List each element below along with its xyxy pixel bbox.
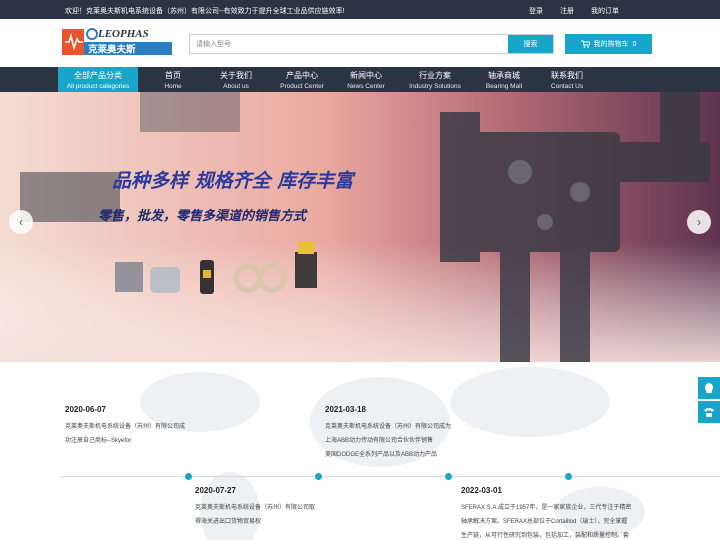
cart-icon <box>580 40 590 48</box>
timeline-entry: 2020-06-07 克莱奥夫斯机电系统设备（苏州）有限公司成 功注册自己商标-… <box>65 405 185 448</box>
my-orders-link[interactable]: 我的订单 <box>591 6 619 16</box>
svg-text:LEOPHAS: LEOPHAS <box>97 28 149 40</box>
nav-label-en: Product Center <box>280 83 324 90</box>
timeline-entry: 2022-03-01 SFERAX S.A.成立于1957年，是一家家族企业，三… <box>461 486 701 540</box>
category-zh: 全部产品分类 <box>74 71 122 80</box>
nav-label-en: Home <box>164 83 182 90</box>
timeline-dot <box>185 473 192 480</box>
phone-button[interactable] <box>698 401 720 423</box>
nav-item-contact[interactable]: 联系我们 Contact Us <box>545 67 589 92</box>
nav-label-zh: 产品中心 <box>286 71 318 80</box>
nav-item-about[interactable]: 关于我们 About us <box>212 67 260 92</box>
nav-label-zh: 联系我们 <box>551 71 583 80</box>
all-categories-button[interactable]: 全部产品分类 All product categories <box>58 67 138 92</box>
qq-chat-button[interactable] <box>698 377 720 399</box>
timeline-date: 2021-03-18 <box>325 405 366 414</box>
timeline-text: 功注册自己商标--Skyefor <box>65 438 132 444</box>
timeline-date: 2022-03-01 <box>461 486 502 495</box>
timeline-text: 轴承解决方案。SFERAX总部位于Cortaillod（瑞士），完全掌握 <box>461 519 628 525</box>
banner-subline: 零售，批发，零售多渠道的销售方式 <box>98 208 308 224</box>
timeline-text: SFERAX S.A.成立于1957年，是一家家族企业，三代专注于精密 <box>461 505 632 511</box>
nav-item-solutions[interactable]: 行业方案 Industry Solutions <box>404 67 466 92</box>
main-nav: 全部产品分类 All product categories 首页 Home 关于… <box>0 67 720 92</box>
timeline-text: 得海关进出口货物贸易权 <box>195 519 262 525</box>
cart-count: 0 <box>632 40 637 48</box>
nav-label-zh: 轴承商城 <box>488 71 520 80</box>
timeline-dot <box>315 473 322 480</box>
timeline-text: 克莱奥夫斯机电系统设备（苏州）有限公司取 <box>195 505 316 511</box>
search-button[interactable]: 搜索 <box>508 35 553 53</box>
chevron-left-icon: ‹ <box>19 215 23 229</box>
banner-next-arrow[interactable]: › <box>687 210 711 234</box>
nav-label-zh: 关于我们 <box>220 71 252 80</box>
top-links: 登录 注册 我的订单 <box>529 6 619 16</box>
timeline-date: 2020-07-27 <box>195 486 236 495</box>
timeline-text: 克莱奥夫斯机电系统设备（苏州）有限公司成为 <box>325 424 452 430</box>
welcome-text: 欢迎！克莱奥夫斯机电系统设备（苏州）有限公司--有效致力于提升全球工业品供应链效… <box>65 8 345 15</box>
cart-label: 我的购物车 <box>593 41 629 48</box>
timeline-text: 上海ABB动力传动有限公司合伙伙伴销售 <box>325 438 434 444</box>
company-timeline: 2020-06-07 克莱奥夫斯机电系统设备（苏州）有限公司成 功注册自己商标-… <box>0 362 720 540</box>
nav-label-zh: 新闻中心 <box>350 71 382 80</box>
phone-icon <box>704 408 714 417</box>
login-link[interactable]: 登录 <box>529 6 543 16</box>
chat-icon <box>705 383 713 393</box>
header: LEOPHAS 克莱奥夫斯 搜索 我的购物车 0 <box>0 19 720 67</box>
nav-label-zh: 首页 <box>165 71 181 80</box>
nav-label-en: Bearing Mall <box>485 83 523 90</box>
banner-prev-arrow[interactable]: ‹ <box>9 210 33 234</box>
banner-headline: 品种多样 规格齐全 库存丰富 <box>112 170 356 192</box>
nav-label-zh: 行业方案 <box>419 71 451 80</box>
banner-image: 品种多样 规格齐全 库存丰富 零售，批发，零售多渠道的销售方式 <box>0 92 720 362</box>
timeline-text: 美国DODGE全系列产品以及ABB动力产品 <box>325 452 438 458</box>
nav-label-en: Industry Solutions <box>409 83 461 90</box>
timeline-text: 生产链，从可行性研究到包装，包括加工，装配和质量控制。套 <box>461 533 630 539</box>
chevron-right-icon: › <box>697 215 701 229</box>
register-link[interactable]: 注册 <box>560 6 574 16</box>
timeline-entry: 2020-07-27 克莱奥夫斯机电系统设备（苏州）有限公司取 得海关进出口货物… <box>195 486 315 529</box>
timeline-text: 克莱奥夫斯机电系统设备（苏州）有限公司成 <box>65 424 186 430</box>
nav-item-home[interactable]: 首页 Home <box>150 67 196 92</box>
nav-item-news[interactable]: 新闻中心 News Center <box>340 67 392 92</box>
nav-label-en: About us <box>223 83 249 90</box>
nav-item-products[interactable]: 产品中心 Product Center <box>274 67 330 92</box>
svg-text:克莱奥夫斯: 克莱奥夫斯 <box>88 44 136 56</box>
search-input[interactable] <box>190 35 508 53</box>
site-logo[interactable]: LEOPHAS 克莱奥夫斯 <box>62 27 172 57</box>
search-bar: 搜索 <box>189 34 554 54</box>
nav-label-en: News Center <box>347 83 385 90</box>
timeline-dot <box>565 473 572 480</box>
timeline-entry: 2021-03-18 克莱奥夫斯机电系统设备（苏州）有限公司成为 上海ABB动力… <box>325 405 451 462</box>
nav-label-en: Contact Us <box>550 83 584 90</box>
cart-button[interactable]: 我的购物车 0 <box>565 34 652 54</box>
timeline-dot <box>445 473 452 480</box>
timeline-date: 2020-06-07 <box>65 405 106 414</box>
top-bar: 欢迎！克莱奥夫斯机电系统设备（苏州）有限公司--有效致力于提升全球工业品供应链效… <box>0 0 720 19</box>
nav-item-bearing-mall[interactable]: 轴承商城 Bearing Mall <box>480 67 528 92</box>
hero-banner: 品种多样 规格齐全 库存丰富 零售，批发，零售多渠道的销售方式 ‹ › <box>0 92 720 362</box>
category-en: All product categories <box>66 83 130 90</box>
